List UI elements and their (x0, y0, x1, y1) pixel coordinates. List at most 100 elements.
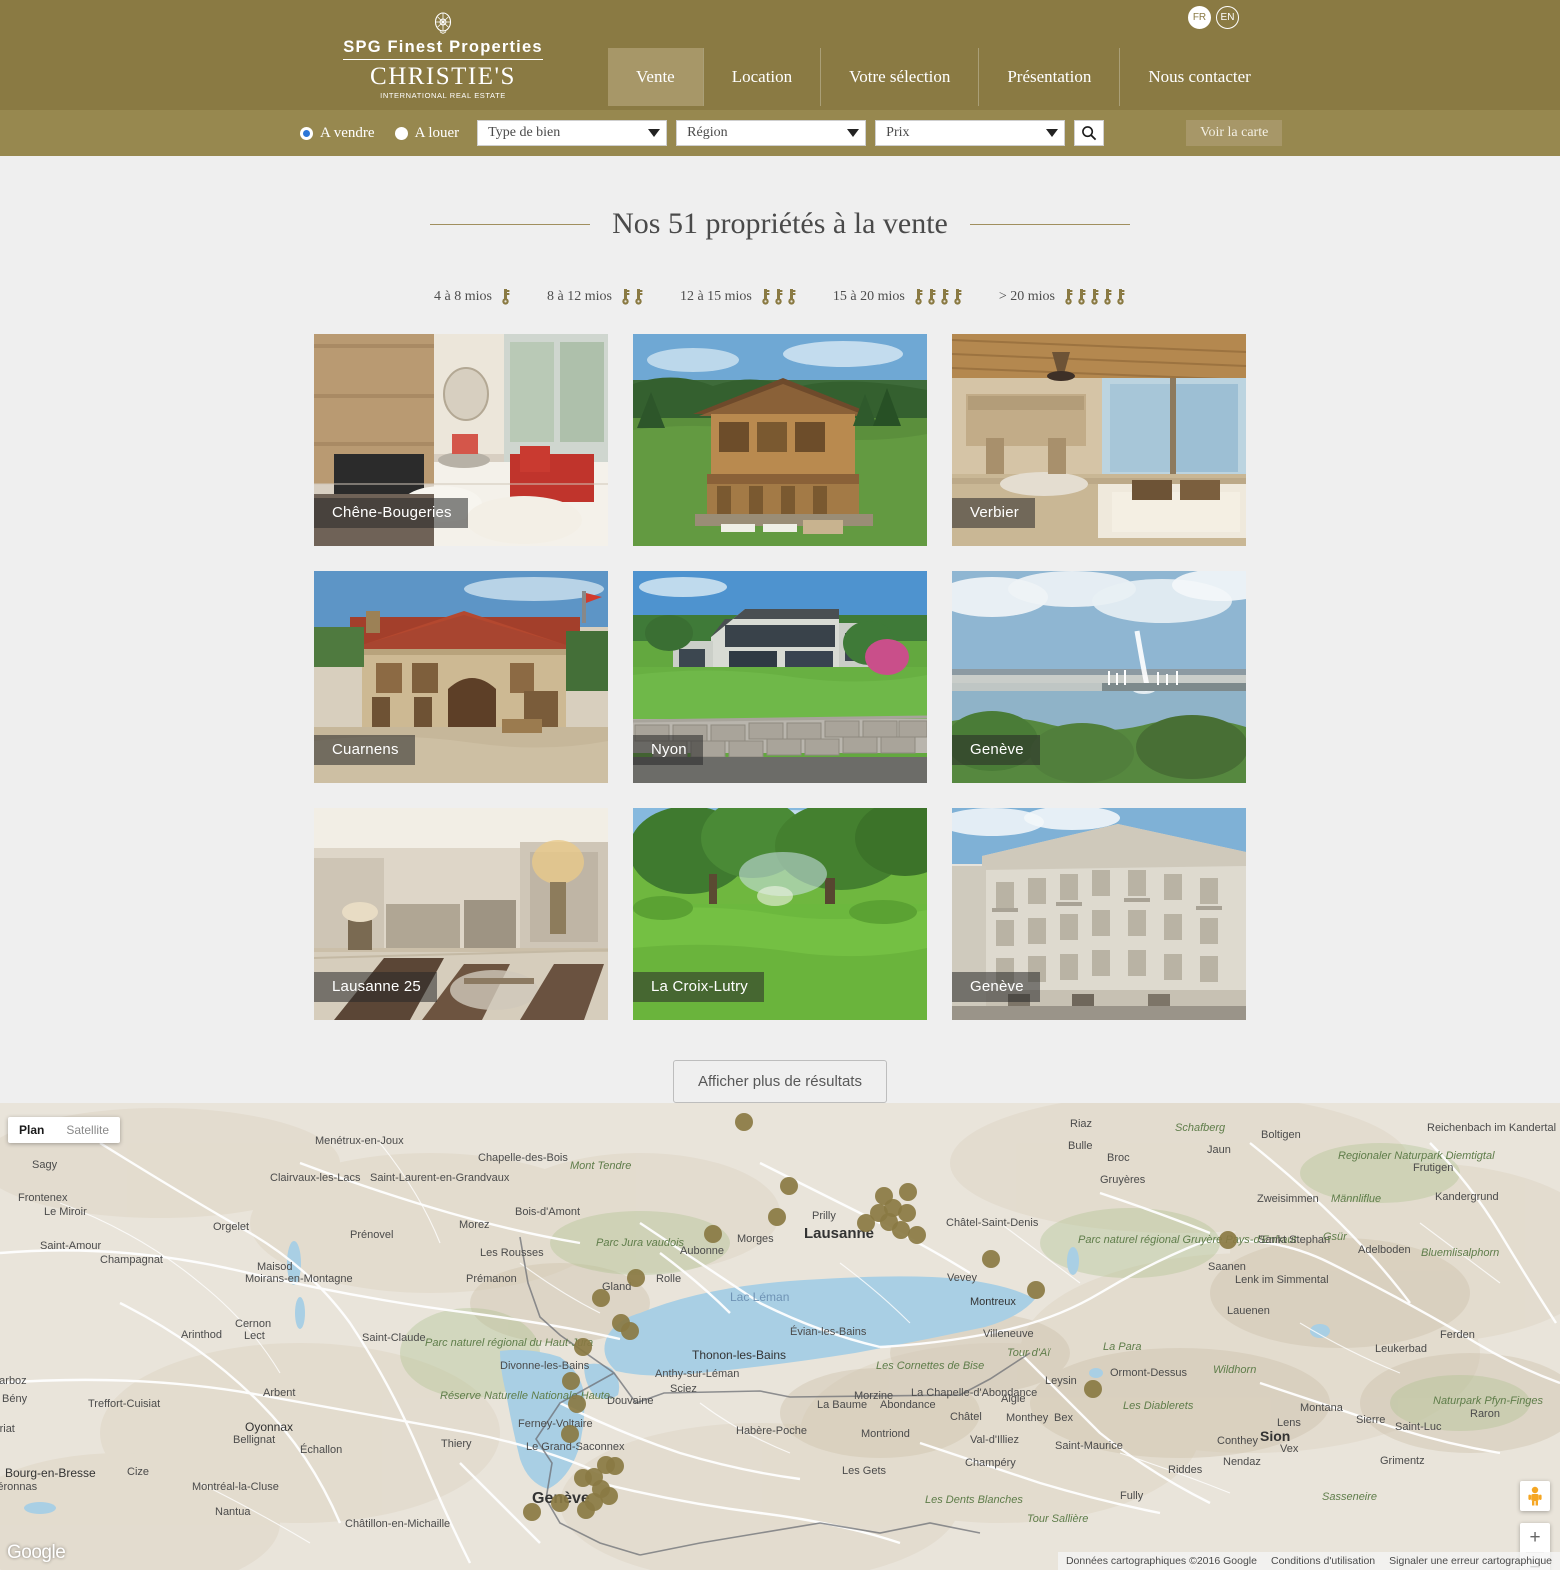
map-place-label: Männliflue (1331, 1193, 1382, 1205)
property-card[interactable] (633, 334, 927, 546)
map-property-marker[interactable] (621, 1322, 639, 1340)
property-card[interactable]: Genève (952, 571, 1246, 783)
map-property-marker[interactable] (899, 1183, 917, 1201)
language-switcher[interactable]: FR EN (1188, 6, 1239, 29)
map-place-label: Abondance (880, 1399, 936, 1411)
map-place-label: Lenk im Simmental (1235, 1274, 1329, 1286)
map-place-label: Bulle (1068, 1140, 1093, 1152)
map-place-label: Frutigen (1413, 1162, 1454, 1174)
map-place-label: Les Cornettes de Bise (876, 1360, 985, 1372)
key-icon (775, 289, 783, 305)
key-icon (928, 289, 936, 305)
property-card[interactable]: Verbier (952, 334, 1246, 546)
map-property-marker[interactable] (1084, 1380, 1102, 1398)
map-place-label: Thonon-les-Bains (692, 1348, 787, 1362)
map-property-marker[interactable] (768, 1208, 786, 1226)
map-place-label: Saint-Claude (362, 1332, 426, 1344)
key-icon (788, 289, 796, 305)
map-property-marker[interactable] (585, 1493, 603, 1511)
radio-a-louer-label: A louer (414, 124, 460, 141)
map-place-label: Kandergrund (1435, 1191, 1499, 1203)
property-card[interactable]: La Croix-Lutry (633, 808, 927, 1020)
radio-a-vendre[interactable]: A vendre (300, 125, 375, 142)
nav-item-presentation[interactable]: Présentation (978, 48, 1119, 106)
property-card-label: Lausanne 25 (314, 972, 437, 1002)
title-rule-left (430, 223, 591, 225)
nav-item-votre-selection[interactable]: Votre sélection (820, 48, 978, 106)
nav-item-location[interactable]: Location (702, 48, 820, 106)
map-property-marker[interactable] (574, 1338, 592, 1356)
map-property-marker[interactable] (551, 1494, 569, 1512)
map-property-marker[interactable] (704, 1225, 722, 1243)
street-view-pegman-button[interactable] (1520, 1481, 1550, 1511)
listing-type-radio-group: A vendre A louer (300, 125, 459, 142)
map-type-satellite[interactable]: Satellite (55, 1117, 120, 1143)
main-navigation: Vente Location Votre sélection Présentat… (608, 48, 1279, 106)
key-icon (635, 289, 643, 305)
map-property-marker[interactable] (562, 1372, 580, 1390)
map-property-marker[interactable] (523, 1503, 541, 1521)
map-place-label: Gsür (1323, 1231, 1347, 1243)
chevron-down-icon (1046, 129, 1059, 137)
map-property-marker[interactable] (982, 1250, 1000, 1268)
map-place-label: Clairvaux-les-Lacs (270, 1172, 361, 1184)
map-place-label: Les Dents Blanches (925, 1494, 1023, 1506)
map-data-credit: Données cartographiques ©2016 Google (1065, 1555, 1257, 1567)
map-zoom-in-button[interactable]: + (1520, 1523, 1550, 1552)
map-place-label: La Para (1103, 1341, 1142, 1353)
map-type-control[interactable]: Plan Satellite (8, 1117, 121, 1143)
map-place-label: Morez (459, 1219, 490, 1231)
map-place-label: Maisod (257, 1261, 293, 1273)
brand-logo[interactable]: SPG Finest Properties CHRISTIE'S INTERNA… (313, 12, 573, 99)
map-place-label: Sagy (32, 1159, 58, 1171)
map-property-marker[interactable] (568, 1395, 586, 1413)
lang-button-fr[interactable]: FR (1188, 6, 1211, 29)
map-property-marker[interactable] (1027, 1281, 1045, 1299)
radio-a-vendre-dot[interactable] (300, 126, 313, 140)
map-property-marker[interactable] (592, 1289, 610, 1307)
key-icon (1117, 289, 1125, 305)
nav-item-nous-contacter[interactable]: Nous contacter (1119, 48, 1278, 106)
property-card[interactable]: Nyon (633, 571, 927, 783)
map-place-label: Anthy-sur-Léman (655, 1368, 740, 1380)
search-filter-bar: A vendre A louer Type de bien Région Pri… (0, 110, 1560, 156)
property-card-label: La Croix-Lutry (633, 972, 764, 1002)
map-property-marker[interactable] (898, 1204, 916, 1222)
radio-a-louer[interactable]: A louer (394, 124, 460, 142)
map-report-error-link[interactable]: Signaler une erreur cartographique (1389, 1555, 1552, 1567)
map-terms-link[interactable]: Conditions d'utilisation (1271, 1555, 1375, 1567)
map-property-marker[interactable] (908, 1226, 926, 1244)
radio-a-vendre-label: A vendre (320, 124, 375, 141)
property-card[interactable]: Cuarnens (314, 571, 608, 783)
property-card[interactable]: Genève (952, 808, 1246, 1020)
map-property-marker[interactable] (780, 1177, 798, 1195)
map-type-plan[interactable]: Plan (8, 1117, 55, 1143)
chevron-down-icon (648, 129, 661, 137)
search-icon (1082, 126, 1097, 141)
select-prix[interactable]: Prix (875, 120, 1066, 146)
main-content: Nos 51 propriétés à la vente 4 à 8 mios … (0, 156, 1560, 1158)
nav-item-vente[interactable]: Vente (608, 48, 703, 106)
map-place-label: Péronnas (0, 1481, 38, 1493)
map-property-marker[interactable] (1219, 1231, 1237, 1249)
search-submit-button[interactable] (1074, 120, 1105, 146)
legend-keys (913, 289, 963, 305)
title-rule-right (969, 223, 1130, 225)
map-property-marker[interactable] (857, 1214, 875, 1232)
key-icon (762, 289, 770, 305)
select-type-de-bien[interactable]: Type de bien (477, 120, 668, 146)
load-more-button[interactable]: Afficher plus de résultats (673, 1060, 887, 1103)
map-property-marker[interactable] (606, 1457, 624, 1475)
property-card[interactable]: Lausanne 25 (314, 808, 608, 1020)
select-region[interactable]: Région (676, 120, 867, 146)
lang-button-en[interactable]: EN (1216, 6, 1239, 29)
map-property-marker[interactable] (561, 1425, 579, 1443)
properties-map[interactable]: Plan Satellite + − Google Données cartog… (0, 1103, 1560, 1570)
map-property-marker[interactable] (735, 1113, 753, 1131)
property-card-label: Cuarnens (314, 735, 415, 765)
property-card[interactable]: Chêne-Bougeries (314, 334, 608, 546)
legend-label: 8 à 12 mios (546, 289, 612, 304)
view-map-button[interactable]: Voir la carte (1186, 120, 1283, 146)
map-property-marker[interactable] (627, 1269, 645, 1287)
radio-a-louer-dot[interactable] (394, 126, 408, 140)
